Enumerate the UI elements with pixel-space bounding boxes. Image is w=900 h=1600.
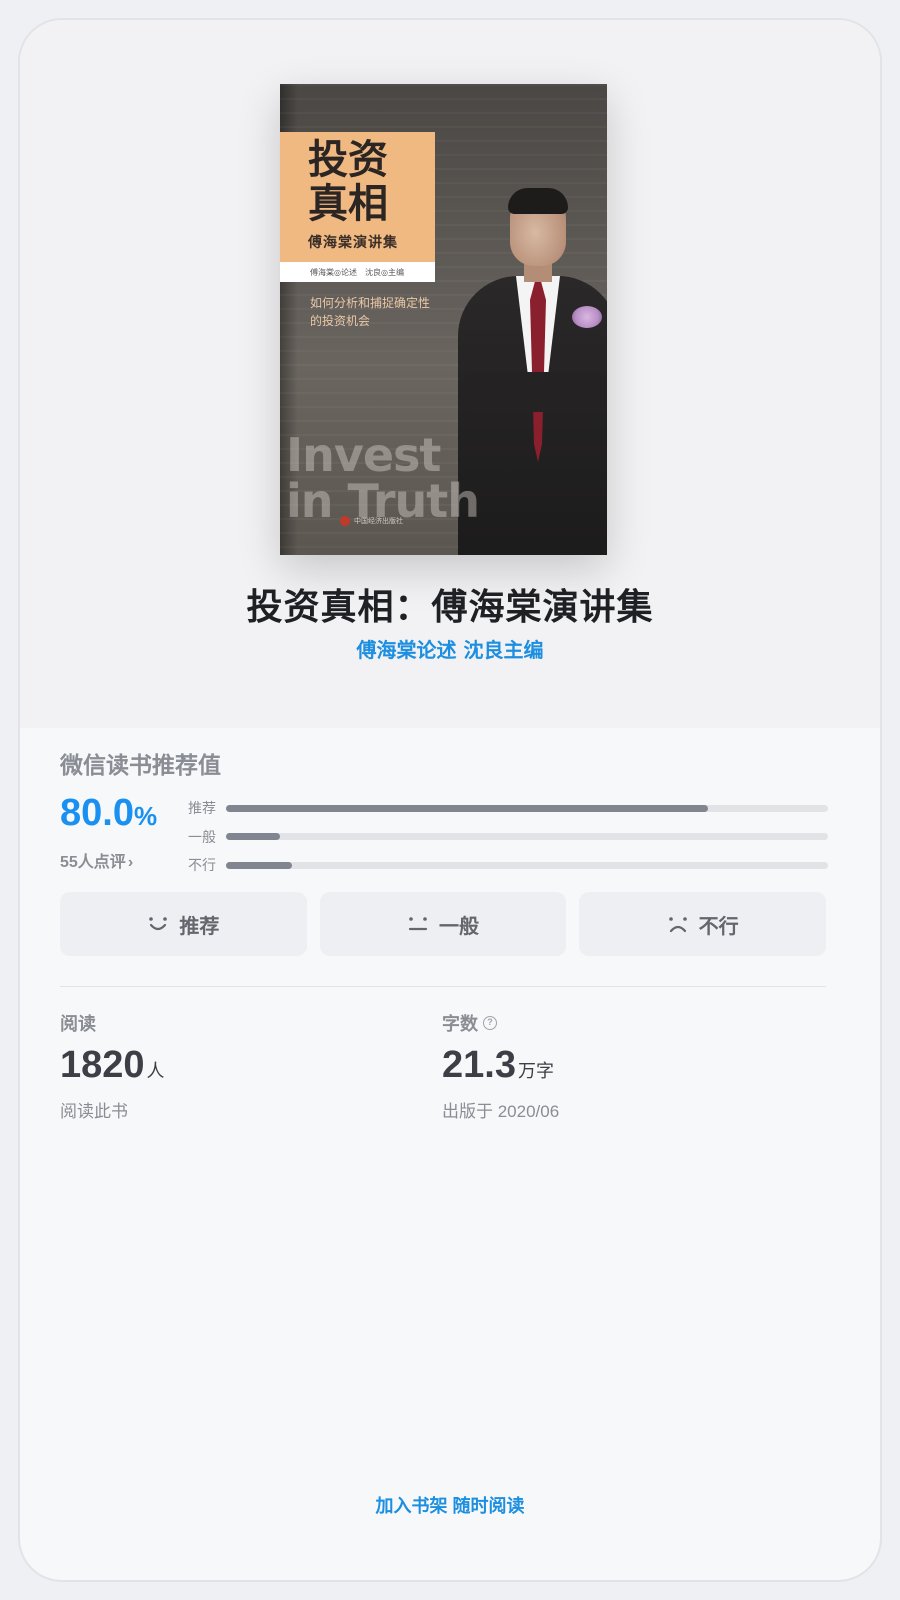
rating-distribution: 推荐 一般 不行 [188,794,828,880]
reading-stat-header: 阅读 [60,1014,96,1034]
rating-label: 微信读书推荐值 [60,752,221,778]
reading-stat-sub: 阅读此书 [60,1102,128,1121]
cover-author-strip: 傅海棠◎论述 沈良◎主编 [280,262,435,282]
chevron-right-icon: › [127,854,134,871]
word-count-stat: 字数 ? 21.3 万字 出版于 2020/06 [442,1010,559,1122]
reading-stat-value: 1820 人 [60,1044,165,1086]
vote-poor-button[interactable]: 不行 [579,892,827,956]
rating-bar-label: 推荐 [188,800,216,817]
section-divider [60,986,826,987]
rating-bar-average: 一般 [188,823,828,852]
cover-title-box: 投资真相 傅海棠演讲集 [280,132,435,262]
rating-bar-track [226,833,828,841]
book-cover[interactable]: 投资真相 傅海棠演讲集 傅海棠◎论述 沈良◎主编 如何分析和捕捉确定性的投资机会… [280,84,607,555]
reading-stat[interactable]: 阅读 1820 人 阅读此书 [60,1010,165,1122]
cover-title: 投资真相 [308,136,388,227]
cover-subtitle: 傅海棠演讲集 [308,235,398,251]
book-author-link[interactable]: 傅海棠论述 沈良主编 [20,634,880,663]
smile-icon [149,917,168,931]
book-title: 投资真相：傅海棠演讲集 [246,586,654,628]
word-count-value: 21.3 万字 [442,1044,554,1086]
vote-recommend-button[interactable]: 推荐 [60,892,307,956]
vote-average-button[interactable]: 一般 [319,892,567,956]
rating-bar-fill [226,804,708,812]
hero-section: 投资真相 傅海棠演讲集 傅海棠◎论述 沈良◎主编 如何分析和捕捉确定性的投资机会… [20,20,880,728]
publish-date: 出版于 2020/06 [442,1102,560,1121]
help-icon[interactable]: ? [483,1016,497,1030]
add-to-shelf-link[interactable]: 加入书架 随时阅读 [20,1492,880,1518]
book-detail-card: 投资真相 傅海棠演讲集 傅海棠◎论述 沈良◎主编 如何分析和捕捉确定性的投资机会… [18,18,882,1582]
rating-score-number: 80.0 [60,792,134,834]
vote-buttons: 推荐 一般 不行 [60,892,827,956]
rating-bar-poor: 不行 [188,851,828,880]
rating-bar-fill [226,861,293,869]
neutral-face-icon [408,917,428,931]
rating-bar-label: 一般 [188,828,216,845]
rating-bar-label: 不行 [188,857,216,874]
cover-description: 如何分析和捕捉确定性的投资机会 [310,296,431,328]
rating-bar-track [226,861,828,869]
review-count-link[interactable]: 55人点评 › [60,848,133,872]
rating-bar-fill [226,833,281,841]
rating-bar-recommend: 推荐 [188,794,828,823]
frown-icon [668,917,687,933]
word-count-header: 字数 ? [442,1010,559,1036]
cover-publisher: 中国经济出版社 [340,514,440,528]
rating-score: 80.0% [60,792,157,835]
rating-bar-track [226,804,828,812]
cover-english-title: Invest in Truth [286,428,480,528]
publisher-seal-icon [340,516,350,526]
rating-score-unit: % [133,801,158,831]
